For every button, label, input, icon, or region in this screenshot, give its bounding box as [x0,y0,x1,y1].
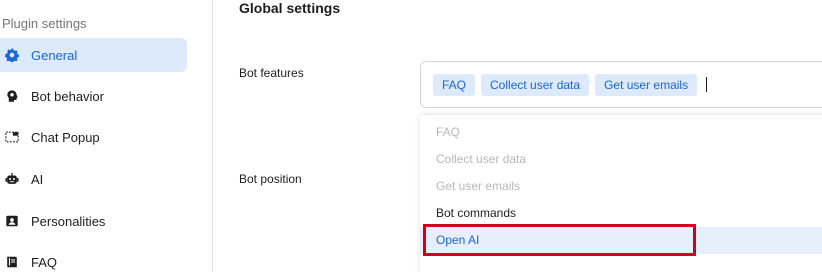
dropdown-option-faq: FAQ [436,125,461,139]
sidebar-item-chat-popup[interactable]: Chat Popup [0,120,187,154]
robot-icon [5,172,19,186]
sidebar-item-label: FAQ [31,254,58,270]
dropdown-option-bot-commands[interactable]: Bot commands [420,200,822,227]
sidebar-item-personalities[interactable]: Personalities [0,204,187,238]
selected-chip[interactable]: FAQ [433,73,476,96]
text-caret [706,77,708,92]
head-gear-icon [5,89,19,103]
sidebar-item-label: Bot behavior [31,88,104,104]
id-card-icon [5,214,19,228]
section-title: Global settings [239,0,341,16]
highlight-box [423,224,696,256]
bot-features-select[interactable]: FAQ Collect user data Get user emails [420,61,822,108]
sidebar-item-bot-behavior[interactable]: Bot behavior [0,79,187,113]
bot-position-label: Bot position [239,172,302,186]
sidebar-item-label: Chat Popup [31,129,100,145]
sidebar-item-general[interactable]: General [0,38,187,72]
main-panel: Global settings Bot features Bot positio… [213,0,822,272]
dropdown-option-get-user-emails: Get user emails [436,179,521,193]
sidebar-item-ai[interactable]: AI [0,162,187,196]
gear-icon [5,48,19,62]
selected-chip[interactable]: Collect user data [481,73,590,96]
sidebar-item-label: General [31,47,78,63]
selected-chip[interactable]: Get user emails [595,73,698,96]
sidebar: Plugin settings General Bot behavior Cha… [0,0,213,272]
sidebar-item-label: Personalities [31,213,106,229]
sidebar-heading: Plugin settings [2,16,87,31]
popup-window-icon [5,130,19,144]
sidebar-item-faq[interactable]: FAQ [0,245,187,272]
sidebar-item-label: AI [31,171,44,187]
dropdown-option-collect-user-data: Collect user data [436,152,527,166]
bot-features-label: Bot features [239,66,304,80]
book-icon [5,255,19,269]
